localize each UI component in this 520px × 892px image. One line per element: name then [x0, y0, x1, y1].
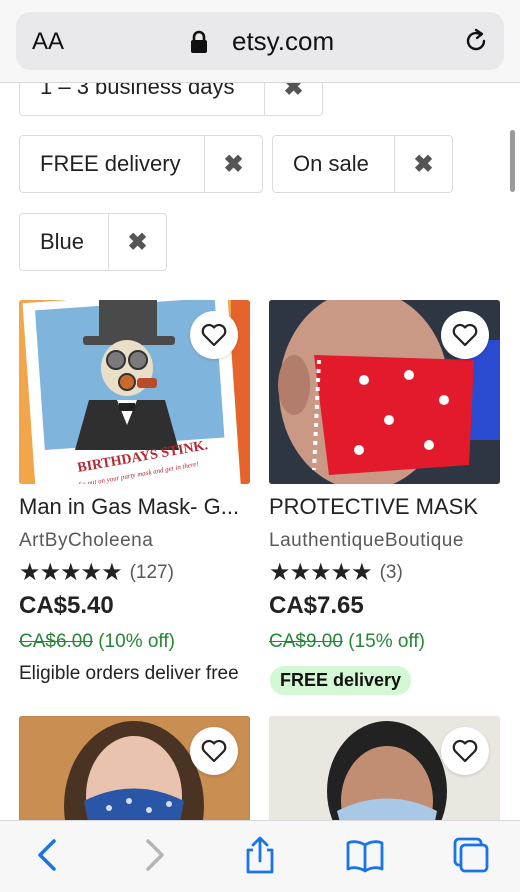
filter-chip-blue: Blue ✖: [19, 213, 167, 271]
tabs-icon[interactable]: [451, 835, 491, 875]
favorite-button[interactable]: [190, 311, 238, 359]
filter-label: FREE delivery: [40, 151, 181, 176]
price: CA$5.40: [19, 592, 114, 619]
heart-icon: [452, 739, 478, 763]
listing-title[interactable]: Man in Gas Mask- G...: [19, 494, 239, 520]
strikethrough-price: CA$6.00: [19, 631, 93, 652]
scrollbar[interactable]: [510, 130, 515, 192]
filter-chip-on-sale: On sale ✖: [272, 135, 453, 193]
heart-icon: [452, 323, 478, 347]
domain-text: etsy.com: [232, 26, 335, 56]
remove-filter-icon[interactable]: ✖: [394, 136, 452, 192]
listing-title[interactable]: PROTECTIVE MASK: [269, 494, 478, 520]
browser-toolbar: [0, 820, 520, 892]
remove-filter-icon[interactable]: ✖: [108, 214, 166, 270]
favorite-button[interactable]: [441, 311, 489, 359]
shop-name[interactable]: LauthentiqueBoutique: [269, 530, 464, 552]
back-icon[interactable]: [28, 835, 68, 875]
url-field[interactable]: AA etsy.com: [16, 12, 504, 70]
filter-label: Blue: [40, 229, 85, 254]
star-rating-icon: ★★★★★: [269, 559, 373, 586]
lock-icon: [191, 30, 207, 53]
heart-icon: [201, 739, 227, 763]
rating: ★★★★★ (3): [269, 558, 403, 587]
discount-percent: (10% off): [98, 631, 175, 652]
price: CA$7.65: [269, 592, 364, 619]
strikethrough-price: CA$9.00: [269, 631, 343, 652]
text-size-label: AA: [32, 28, 65, 55]
star-rating-icon: ★★★★★: [19, 559, 123, 586]
reload-icon[interactable]: [462, 27, 490, 55]
heart-icon: [201, 323, 227, 347]
discount-percent: (15% off): [348, 631, 425, 652]
browser-address-bar-area: AA etsy.com: [0, 0, 520, 83]
original-price: CA$9.00 (15% off): [269, 631, 425, 653]
original-price: CA$6.00 (10% off): [19, 631, 175, 653]
forward-icon[interactable]: [134, 835, 174, 875]
shop-name[interactable]: ArtByCholeena: [19, 530, 153, 552]
share-icon[interactable]: [240, 835, 280, 875]
rating: ★★★★★ (127): [19, 558, 174, 587]
filter-label: On sale: [293, 151, 369, 176]
review-count: (3): [379, 561, 403, 583]
review-count: (127): [129, 561, 174, 583]
bookmarks-icon[interactable]: [345, 835, 385, 875]
free-delivery-badge: FREE delivery: [270, 666, 412, 695]
filter-chip-free-delivery: FREE delivery ✖: [19, 135, 263, 193]
text-size-button[interactable]: AA: [32, 28, 64, 56]
favorite-button[interactable]: [441, 727, 489, 775]
delivery-note: Eligible orders deliver free: [19, 663, 239, 684]
remove-filter-icon[interactable]: ✖: [204, 136, 262, 192]
favorite-button[interactable]: [190, 727, 238, 775]
